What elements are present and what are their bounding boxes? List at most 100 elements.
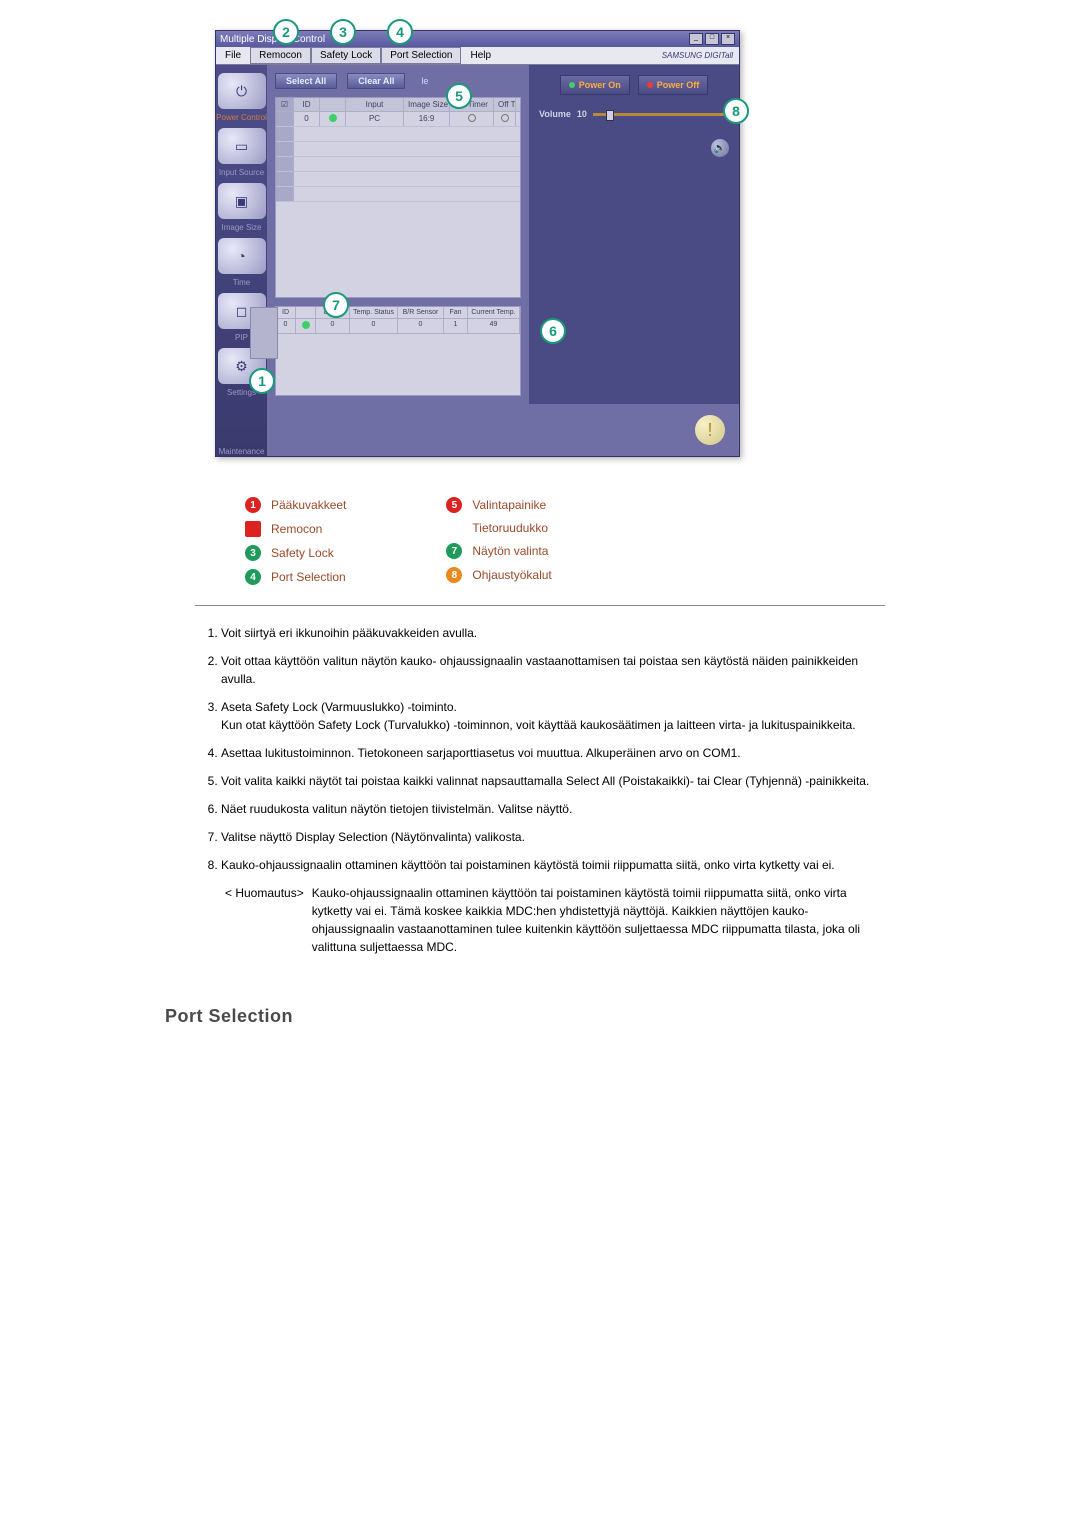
step-7: Valitse näyttö Display Selection (Näytön…: [221, 828, 885, 846]
power-control-icon[interactable]: ⏻: [218, 73, 266, 109]
warning-icon: !: [695, 415, 725, 445]
grid2-hdr-ct: Current Temp.: [468, 307, 520, 319]
grid2-hdr-ts: Temp. Status: [350, 307, 398, 319]
legend-badge-5: 5: [446, 497, 462, 513]
legend-badge-1: 1: [245, 497, 261, 513]
sidebar-maint-label: Maintenance: [219, 447, 265, 456]
grid1-cell-id: 0: [294, 112, 320, 126]
legend-badge-7: 7: [446, 543, 462, 559]
minimize-button[interactable]: _: [689, 33, 703, 45]
grid1-cell-input: PC: [346, 112, 404, 126]
legend-text-4: Port Selection: [271, 570, 346, 584]
power-on-label: Power On: [579, 80, 621, 90]
power-on-button[interactable]: Power On: [560, 75, 630, 95]
select-all-button[interactable]: Select All: [275, 73, 337, 89]
close-button[interactable]: ×: [721, 33, 735, 45]
table-row[interactable]: 0 PC 16:9: [276, 112, 520, 127]
grid2-cell-br: 0: [398, 319, 444, 334]
time-icon[interactable]: ◔: [218, 238, 266, 274]
sidebar: ⏻ Power Control ▭ Input Source ▣ Image S…: [216, 65, 267, 456]
volume-slider[interactable]: [593, 113, 729, 116]
instruction-list: Voit siirtyä eri ikkunoihin pääkuvakkeid…: [195, 624, 885, 874]
legend-text-8: Ohjaustyökalut: [472, 568, 551, 582]
callout-3: 3: [330, 19, 356, 45]
image-size-icon[interactable]: ▣: [218, 183, 266, 219]
divider: [195, 605, 885, 606]
step-8: Kauko-ohjaussignaalin ottaminen käyttöön…: [221, 856, 885, 874]
input-source-icon[interactable]: ▭: [218, 128, 266, 164]
grid1-hdr-input: Input: [346, 98, 404, 111]
info-grid[interactable]: ☑ ID Input Image Size On Timer Off Timer: [275, 97, 521, 298]
step-3a: Aseta Safety Lock (Varmuuslukko) -toimin…: [221, 700, 457, 714]
maximize-button[interactable]: □: [705, 33, 719, 45]
legend-text-6: Tietoruudukko: [472, 521, 548, 535]
grid1-hdr-off: Off Timer: [494, 98, 516, 111]
sidebar-size-label: Image Size: [221, 223, 261, 232]
legend-text-7: Näytön valinta: [472, 544, 548, 558]
sidebar-time-label: Time: [233, 278, 250, 287]
clear-all-button[interactable]: Clear All: [347, 73, 405, 89]
legend-badge-8: 8: [446, 567, 462, 583]
callout-8: 8: [723, 98, 749, 124]
step-1: Voit siirtyä eri ikkunoihin pääkuvakkeid…: [221, 624, 885, 642]
control-panel: Power On Power Off Volume 10: [529, 65, 739, 404]
maintenance-icon[interactable]: [218, 403, 266, 443]
power-off-label: Power Off: [657, 80, 700, 90]
status-grid[interactable]: ID Lamp Temp. Status B/R Sensor Fan Curr…: [275, 306, 521, 396]
grid1-hdr-size: Image Size: [404, 98, 450, 111]
menu-remocon[interactable]: Remocon: [250, 47, 311, 64]
timer-off-icon: [468, 114, 476, 122]
volume-value: 10: [577, 109, 587, 119]
callout-6: 6: [540, 318, 566, 344]
sidebar-input-label: Input Source: [219, 168, 264, 177]
callout-4: 4: [387, 19, 413, 45]
power-off-dot-icon: [647, 82, 653, 88]
display-selection-panel[interactable]: [250, 307, 278, 359]
status-dot-icon: [302, 321, 310, 329]
app-window: Multiple Display Control _ □ × File Remo…: [215, 30, 740, 457]
grid2-hdr-fan: Fan: [444, 307, 468, 319]
grid2-hdr-id: ID: [276, 307, 296, 319]
callout-1: 1: [249, 368, 275, 394]
callout-2: 2: [273, 19, 299, 45]
grid2-cell-ct: 49: [468, 319, 520, 334]
table-row[interactable]: 0 0 0 0 1 49: [276, 319, 520, 334]
step-2: Voit ottaa käyttöön valitun näytön kauko…: [221, 652, 885, 688]
timer-off-icon: [501, 114, 509, 122]
step-4: Asettaa lukitustoiminnon. Tietokoneen sa…: [221, 744, 885, 762]
legend-table: 1 Pääkuvakkeet Remocon 3 Safety Lock 4 P…: [245, 497, 915, 585]
sidebar-pip-label: PIP: [235, 333, 248, 342]
menu-help[interactable]: Help: [461, 47, 500, 64]
menu-safety-lock[interactable]: Safety Lock: [311, 47, 381, 64]
grid2-cell-id: 0: [276, 319, 296, 334]
callout-5: 5: [446, 83, 472, 109]
volume-knob[interactable]: [606, 110, 614, 121]
step-5: Voit valita kaikki näytöt tai poistaa ka…: [221, 772, 885, 790]
note-label: < Huomautus>: [225, 884, 304, 956]
sidebar-power-label: Power Control: [216, 113, 267, 122]
grid1-cell-size: 16:9: [404, 112, 450, 126]
speaker-icon[interactable]: 🔈: [711, 139, 729, 157]
legend-badge-4: 4: [245, 569, 261, 585]
grid2-cell-ts: 0: [350, 319, 398, 334]
grid1-hdr-id: ID: [294, 98, 320, 111]
menu-port-selection[interactable]: Port Selection: [381, 47, 461, 64]
callout-7: 7: [323, 292, 349, 318]
menu-file[interactable]: File: [216, 47, 250, 64]
note-block: < Huomautus> Kauko-ohjaussignaalin ottam…: [225, 884, 885, 956]
step-3b: Kun otat käyttöön Safety Lock (Turvalukk…: [221, 718, 856, 732]
power-on-dot-icon: [569, 82, 575, 88]
volume-label: Volume: [539, 109, 571, 119]
status-dot-icon: [329, 114, 337, 122]
grid2-hdr-br: B/R Sensor: [398, 307, 444, 319]
section-title: Port Selection: [165, 1006, 915, 1027]
grid2-cell-fan: 1: [444, 319, 468, 334]
step-6: Näet ruudukosta valitun näytön tietojen …: [221, 800, 885, 818]
brand-label: SAMSUNG DIGITall: [662, 51, 739, 60]
grid2-cell-lamp: 0: [316, 319, 350, 334]
power-off-button[interactable]: Power Off: [638, 75, 709, 95]
legend-badge-2: [245, 521, 261, 537]
legend-text-1: Pääkuvakkeet: [271, 498, 346, 512]
menu-bar: File Remocon Safety Lock Port Selection …: [216, 47, 739, 65]
legend-text-2: Remocon: [271, 522, 322, 536]
